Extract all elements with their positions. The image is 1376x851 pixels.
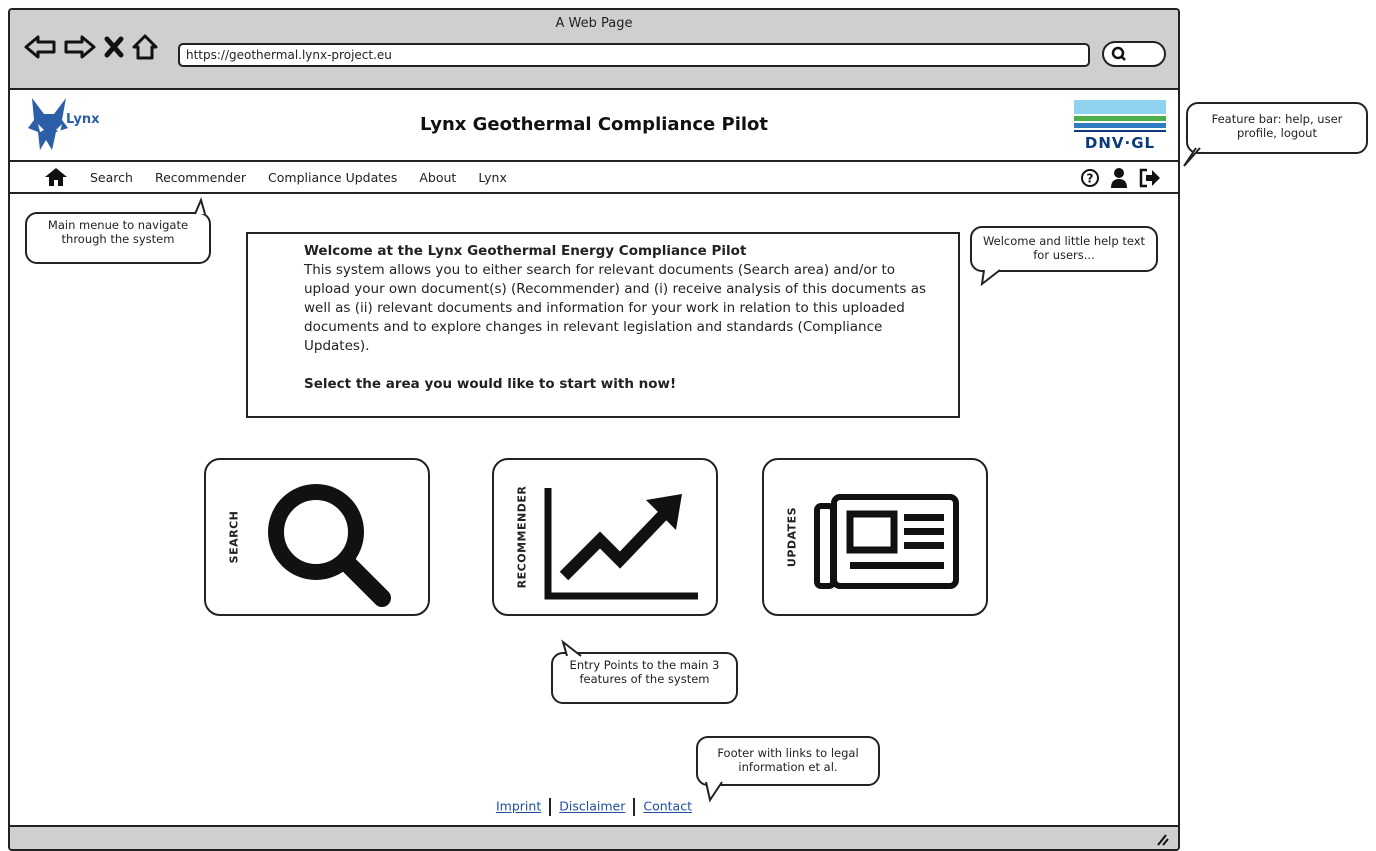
app-header: Lynx Lynx Geothermal Compliance Pilot DN… — [10, 90, 1178, 162]
trend-chart-icon — [544, 488, 698, 600]
home-menu-icon[interactable] — [44, 167, 68, 191]
window-title: A Web Page — [555, 16, 633, 31]
search-icon — [1111, 46, 1126, 61]
menu-item-about[interactable]: About — [419, 170, 456, 185]
browser-toolbar: A Web Page https://geothermal.lynx-proje… — [10, 10, 1178, 90]
contact-link[interactable]: Contact — [643, 799, 692, 814]
menu-item-search[interactable]: Search — [90, 170, 133, 185]
callout-welcome: Welcome and little help text for users..… — [970, 226, 1158, 287]
main-menu: Search Recommender Compliance Updates Ab… — [10, 162, 1178, 194]
browser-search-field[interactable] — [1102, 41, 1166, 67]
welcome-box: Welcome at the Lynx Geothermal Energy Co… — [246, 232, 960, 418]
welcome-heading: Welcome at the Lynx Geothermal Energy Co… — [304, 243, 747, 259]
back-icon[interactable] — [24, 34, 56, 60]
partner-logo-text: DNV·GL — [1084, 134, 1156, 152]
help-icon[interactable]: ? — [1080, 168, 1100, 192]
menu-item-recommender[interactable]: Recommender — [155, 170, 246, 185]
welcome-call-to-action: Select the area you would like to start … — [304, 376, 677, 392]
logout-icon[interactable] — [1138, 167, 1162, 193]
callout-footer-text: Footer with links to legal information e… — [717, 746, 859, 774]
home-icon[interactable] — [132, 34, 158, 60]
callout-feature-bar-text: Feature bar: help, user profile, logout — [1211, 112, 1343, 140]
newspaper-icon — [814, 494, 959, 589]
menu-item-lynx[interactable]: Lynx — [478, 170, 507, 185]
callout-feature-bar: Feature bar: help, user profile, logout — [1183, 102, 1368, 167]
search-tile-label: SEARCH — [227, 510, 241, 564]
user-profile-icon[interactable] — [1110, 167, 1128, 193]
imprint-link[interactable]: Imprint — [496, 799, 541, 814]
recommender-tile[interactable]: RECOMMENDER — [492, 458, 718, 616]
page-title: Lynx Geothermal Compliance Pilot — [419, 114, 769, 135]
browser-window: A Web Page https://geothermal.lynx-proje… — [8, 8, 1180, 851]
menu-item-compliance-updates[interactable]: Compliance Updates — [268, 170, 397, 185]
callout-main-menu: Main menue to navigate through the syste… — [25, 197, 211, 264]
url-input[interactable]: https://geothermal.lynx-project.eu — [178, 43, 1090, 67]
callout-main-menu-text: Main menue to navigate through the syste… — [47, 218, 189, 246]
callout-welcome-text: Welcome and little help text for users..… — [982, 234, 1146, 262]
welcome-text: This system allows you to either search … — [304, 262, 927, 354]
search-tile[interactable]: SEARCH — [204, 458, 430, 616]
callout-footer: Footer with links to legal information e… — [696, 736, 880, 803]
recommender-tile-label: RECOMMENDER — [515, 485, 529, 589]
magnifier-icon — [268, 484, 391, 607]
svg-text:?: ? — [1087, 172, 1094, 186]
callout-entry-points: Entry Points to the main 3 features of t… — [551, 639, 738, 704]
forward-icon[interactable] — [64, 34, 96, 60]
updates-tile-label: UPDATES — [785, 506, 799, 568]
updates-tile[interactable]: UPDATES — [762, 458, 988, 616]
footer-divider — [633, 798, 636, 816]
footer: Imprint Disclaimer Contact — [10, 798, 1178, 816]
disclaimer-link[interactable]: Disclaimer — [559, 799, 625, 814]
callout-entry-points-text: Entry Points to the main 3 features of t… — [569, 658, 720, 686]
stop-icon[interactable] — [104, 36, 124, 58]
footer-divider — [549, 798, 552, 816]
resize-grip-icon[interactable] — [1154, 831, 1170, 847]
browser-status-bar — [10, 825, 1178, 849]
